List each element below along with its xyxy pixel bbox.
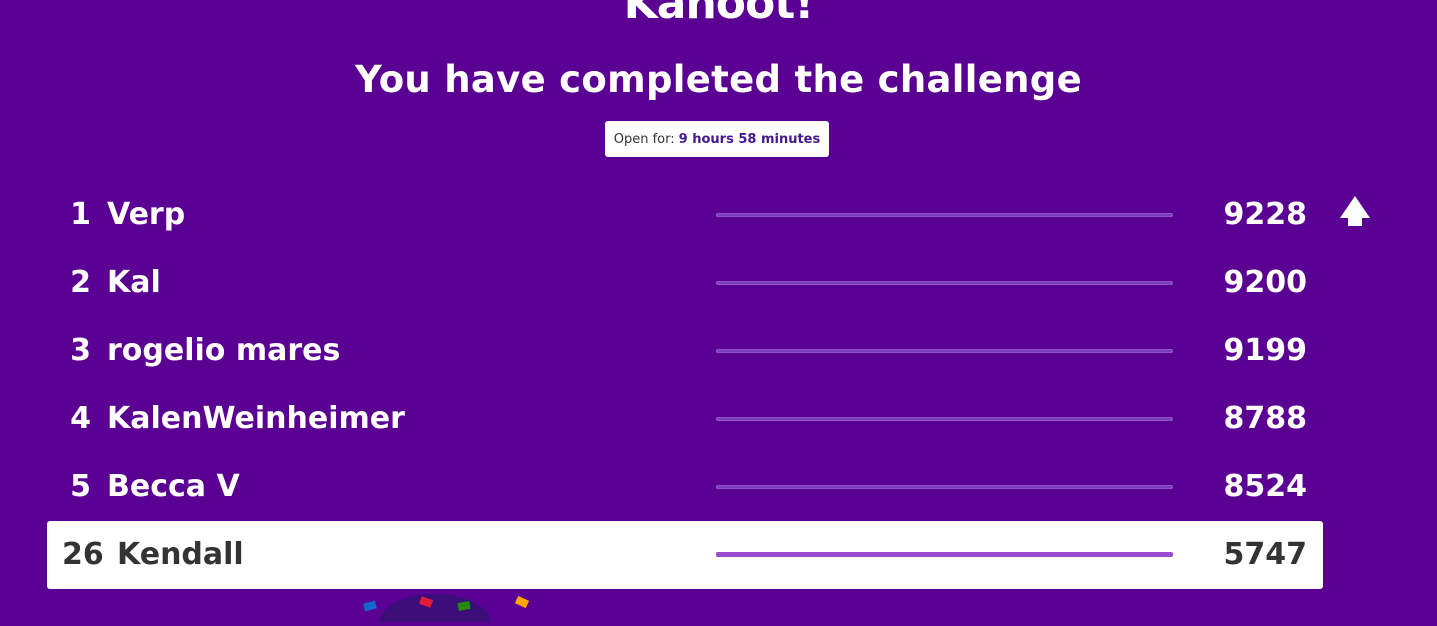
open-for-label: Open for: [613, 131, 675, 147]
leaderboard-row: 5 Becca V 8524 [47, 453, 1323, 521]
player-score: 9200 [1223, 265, 1308, 300]
player-name: Kendall [117, 537, 244, 572]
score-bar [716, 552, 1173, 557]
current-player-row: 26 Kendall 5747 [47, 521, 1323, 589]
player-score: 8788 [1223, 401, 1308, 436]
player-score: 8524 [1223, 469, 1308, 504]
score-bar [716, 213, 1173, 217]
leaderboard-row: 2 Kal 9200 [47, 249, 1323, 317]
player-rank: 2 [70, 265, 91, 300]
player-name: Becca V [107, 469, 240, 504]
kahoot-logo: Kahoot! [623, 0, 815, 29]
open-for-value: 9 hours 58 minutes [678, 131, 821, 147]
confetti-icon [360, 592, 540, 626]
player-rank: 5 [70, 469, 91, 504]
leaderboard-row: 3 rogelio mares 9199 [47, 317, 1323, 385]
player-rank: 3 [70, 333, 91, 368]
open-for-badge: Open for: 9 hours 58 minutes [605, 121, 829, 157]
score-bar [716, 349, 1173, 353]
player-rank: 1 [70, 197, 91, 232]
player-name: Kal [107, 265, 161, 300]
leaderboard-row: 4 KalenWeinheimer 8788 [47, 385, 1323, 453]
leaderboard-row: 1 Verp 9228 [47, 181, 1323, 249]
up-arrow-icon[interactable] [1338, 194, 1372, 228]
player-score: 5747 [1223, 537, 1308, 572]
player-score: 9199 [1223, 333, 1308, 368]
score-bar [716, 417, 1173, 421]
player-score: 9228 [1223, 197, 1308, 232]
score-bar [716, 485, 1173, 489]
page-title: You have completed the challenge [355, 58, 1082, 101]
player-name: Verp [107, 197, 186, 232]
player-rank: 4 [70, 401, 91, 436]
score-bar [716, 281, 1173, 285]
player-name: rogelio mares [107, 333, 341, 368]
player-name: KalenWeinheimer [107, 401, 405, 436]
player-rank: 26 [62, 537, 104, 572]
